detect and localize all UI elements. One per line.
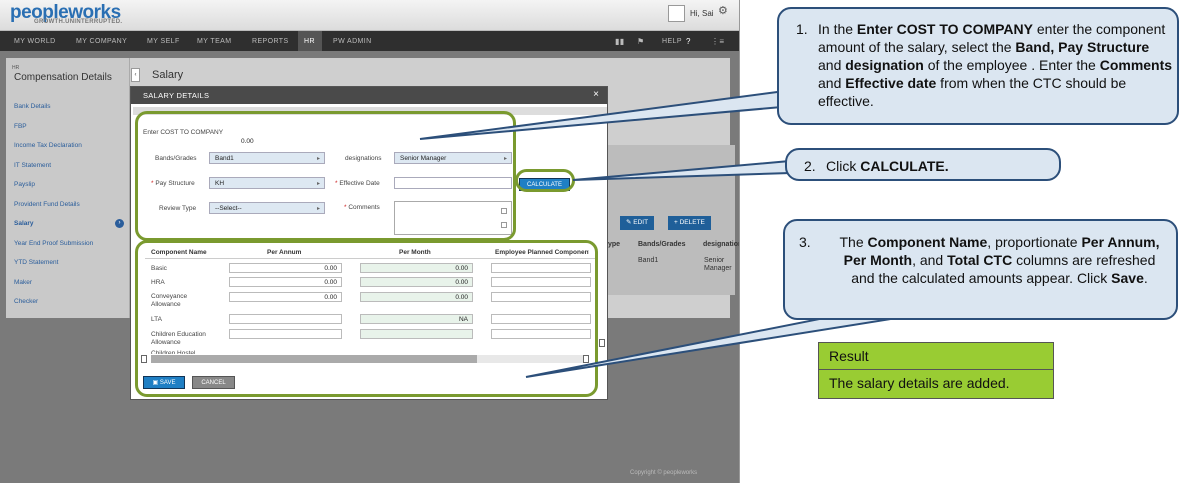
sidebar-item-fbp[interactable]: FBP	[14, 123, 27, 130]
callout-step-1: 1. In the Enter COST TO COMPANY enter th…	[777, 7, 1179, 125]
sidebar-item-payslip[interactable]: Payslip	[14, 181, 35, 188]
collapse-sidebar-button[interactable]: ‹	[131, 68, 140, 82]
callout-text-fragment: .	[1143, 270, 1148, 286]
callout-text-fragment: In the	[818, 21, 857, 37]
sidebar-item-salary[interactable]: Salary	[14, 220, 34, 227]
flag-icon[interactable]: ⚑	[637, 37, 645, 46]
sidebar-item-ytd-statement[interactable]: YTD Statement	[14, 259, 58, 266]
highlight-calculate	[515, 169, 575, 192]
callout-text-fragment: The	[839, 234, 868, 250]
step-3-text: The Component Name, proportionate Per An…	[833, 233, 1166, 287]
callout-text-fragment: Enter COST TO COMPANY	[856, 21, 1033, 37]
callout-text-fragment: Effective date	[845, 75, 937, 91]
callout-text-fragment: Band, Pay Structure	[1015, 39, 1150, 55]
bg-col-bands: Bands/Grades	[638, 241, 686, 248]
modal-title: SALARY DETAILS	[143, 91, 210, 100]
nav-my-self[interactable]: MY SELF	[147, 38, 180, 45]
callout-text-fragment: and	[818, 57, 846, 73]
sidebar-title: Compensation Details	[14, 72, 112, 83]
callout-text-fragment: CALCULATE.	[860, 158, 949, 174]
highlight-table	[135, 240, 598, 397]
sidebar-item-income-tax[interactable]: Income Tax Declaration	[14, 142, 82, 149]
chevron-right-icon: ›	[115, 219, 124, 228]
avatar[interactable]	[668, 5, 685, 22]
callout-text-fragment: Component Name	[867, 234, 988, 250]
scroll-vertical-icon[interactable]	[599, 339, 605, 347]
callout-text-fragment: Comments	[1099, 57, 1173, 73]
callout-text-fragment: , and	[912, 252, 948, 268]
callout-text-fragment: of the employee . Enter the	[923, 57, 1100, 73]
top-bar: peopleworks GROWTH.UNINTERRUPTED. Hi, Sa…	[0, 0, 739, 31]
callout-text-fragment: Save	[1111, 270, 1144, 286]
nav-my-company[interactable]: MY COMPANY	[76, 38, 127, 45]
bg-cell-designation: Senior	[704, 257, 725, 264]
nav-reports[interactable]: REPORTS	[252, 38, 289, 45]
sidebar-item-year-end-proof[interactable]: Year End Proof Submission	[14, 240, 93, 247]
gear-icon[interactable]: ⚙	[718, 4, 728, 17]
page-title: Salary	[152, 69, 184, 81]
help-icon[interactable]: ?	[686, 37, 691, 46]
sidebar-item-provident-fund[interactable]: Provident Fund Details	[14, 201, 80, 208]
sidebar-item-maker[interactable]: Maker	[14, 279, 32, 286]
bg-cell-designation-2: Manager	[704, 265, 732, 272]
bg-col-type: ype	[608, 241, 621, 248]
nav-my-world[interactable]: MY WORLD	[14, 38, 56, 45]
footer-copyright: Copyright © peopleworks	[630, 470, 698, 476]
close-icon[interactable]: ×	[593, 89, 599, 100]
app-screenshot: peopleworks GROWTH.UNINTERRUPTED. Hi, Sa…	[0, 0, 740, 483]
delete-label: DELETE	[679, 219, 705, 226]
edit-button[interactable]: ✎ EDIT	[620, 216, 655, 230]
callout-text-fragment: designation	[845, 57, 924, 73]
user-greeting: Hi, Sai	[690, 9, 714, 18]
callout-text-fragment: Click	[826, 158, 861, 174]
help-link[interactable]: HELP	[662, 38, 682, 45]
callout-text-fragment: , proportionate	[987, 234, 1082, 250]
callout-step-2: 2. Click CALCULATE.	[785, 148, 1061, 181]
step-3-number: 3.	[799, 234, 811, 250]
sidebar-section: HR	[12, 65, 20, 71]
result-text: The salary details are added.	[818, 370, 1054, 399]
callout-text-fragment: Total CTC	[947, 252, 1013, 268]
step-2-text: Click CALCULATE.	[826, 157, 1056, 175]
callout-step-3: 3. The Component Name, proportionate Per…	[783, 219, 1178, 320]
sidebar-item-checker[interactable]: Checker	[14, 298, 38, 305]
nav-my-team[interactable]: MY TEAM	[197, 38, 231, 45]
logo-tagline: GROWTH.UNINTERRUPTED.	[34, 19, 123, 25]
nav-pw-admin[interactable]: PW ADMIN	[333, 38, 372, 45]
highlight-form	[135, 111, 516, 241]
delete-button[interactable]: + DELETE	[668, 216, 711, 230]
callout-text-fragment: and	[818, 75, 846, 91]
edit-label: EDIT	[633, 219, 649, 226]
sidebar-item-bank-details[interactable]: Bank Details	[14, 103, 51, 110]
tree-icon[interactable]: ⋮≡	[711, 37, 724, 46]
bg-col-designation: designation	[703, 241, 740, 248]
bg-cell-band: Band1	[638, 257, 659, 264]
step-2-number: 2.	[804, 158, 816, 174]
step-1-number: 1.	[796, 21, 808, 37]
sidebar-item-it-statement[interactable]: IT Statement	[14, 162, 51, 169]
step-1-text: In the Enter COST TO COMPANY enter the c…	[818, 20, 1173, 110]
book-icon[interactable]: ▮▮	[615, 37, 625, 46]
modal-header: SALARY DETAILS ×	[131, 87, 607, 104]
result-title: Result	[818, 342, 1054, 370]
nav-hr[interactable]: HR	[304, 38, 315, 45]
